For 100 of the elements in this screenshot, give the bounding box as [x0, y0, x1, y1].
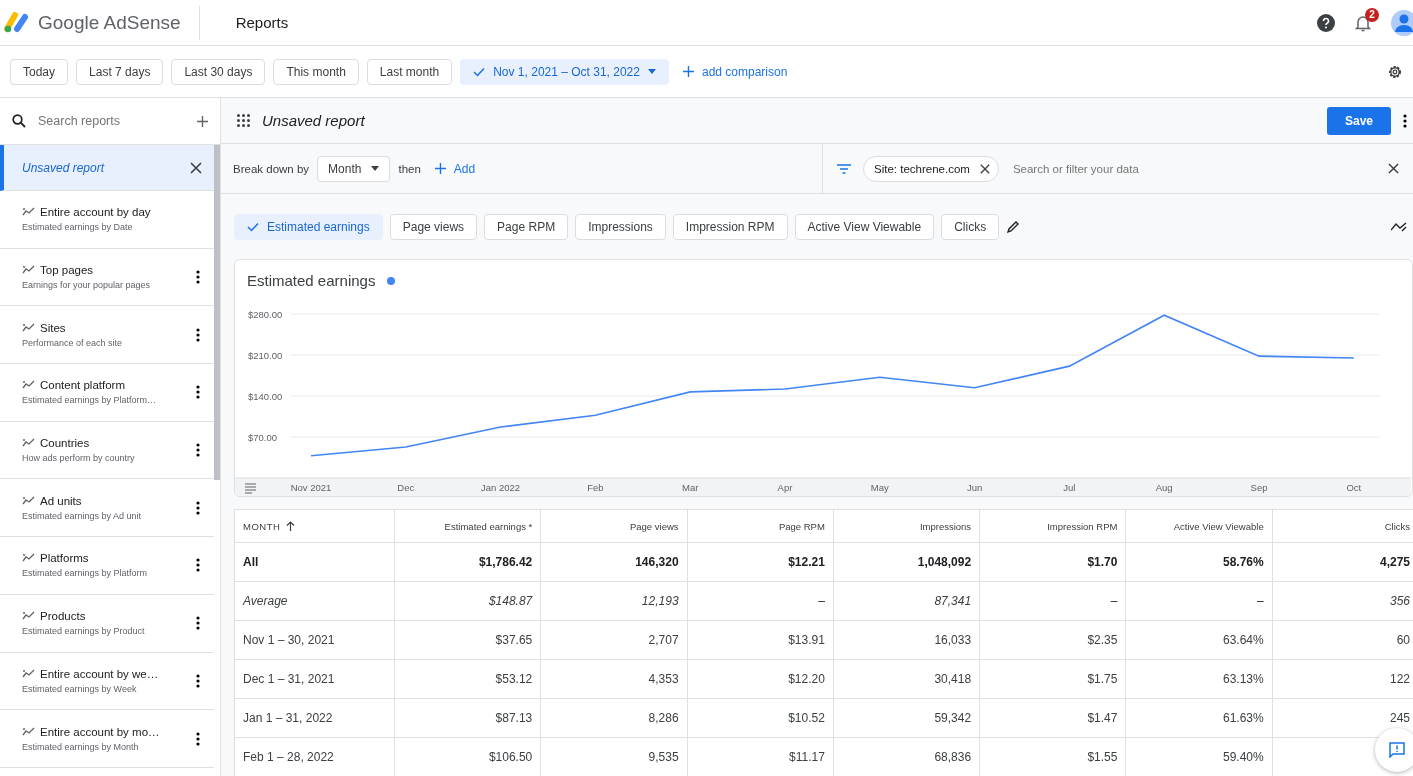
- filter-icon[interactable]: [837, 163, 851, 174]
- more-icon[interactable]: [196, 327, 200, 342]
- column-header[interactable]: Page views: [540, 509, 688, 543]
- table-cell: 1,048,092: [917, 555, 972, 569]
- trend-icon: [22, 495, 35, 506]
- report-title[interactable]: Top pages: [40, 264, 94, 277]
- more-icon[interactable]: [196, 500, 200, 515]
- page-title: Reports: [235, 14, 289, 31]
- metric-chip[interactable]: Page views: [389, 213, 478, 240]
- add-button[interactable]: Add: [428, 161, 482, 176]
- sidebar-item[interactable]: Unsaved report: [0, 145, 214, 191]
- table-cell: –: [1257, 594, 1264, 608]
- settings-icon[interactable]: [1387, 63, 1403, 80]
- axis-label: Apr: [777, 482, 793, 493]
- date-chip[interactable]: Today: [10, 58, 69, 85]
- report-title[interactable]: Entire account by we…: [40, 667, 159, 680]
- trend-icon: [22, 438, 35, 449]
- more-icon[interactable]: [196, 731, 200, 746]
- column-header[interactable]: Active View Viewable: [1125, 509, 1273, 543]
- plus-icon: [682, 66, 694, 77]
- table-cell: 30,418: [934, 672, 972, 686]
- metric-chip[interactable]: Impression RPM: [672, 213, 788, 240]
- more-icon[interactable]: [1403, 113, 1407, 128]
- check-icon: [473, 66, 486, 77]
- report-subtitle: Estimated earnings by Ad unit: [22, 510, 143, 521]
- trend-icon: [22, 553, 35, 564]
- table-cell: –: [1110, 594, 1118, 608]
- apps-icon[interactable]: [237, 114, 250, 127]
- table-cell: 8,286: [648, 711, 679, 725]
- save-button[interactable]: Save: [1327, 106, 1391, 135]
- report-title[interactable]: Sites: [40, 321, 66, 334]
- more-icon[interactable]: [196, 673, 200, 688]
- plus-icon: [434, 163, 446, 174]
- scrollbar[interactable]: [214, 145, 220, 480]
- column-header[interactable]: Clicks: [1272, 509, 1413, 543]
- report-title[interactable]: Content platform: [40, 379, 125, 392]
- column-header[interactable]: Page RPM: [687, 509, 834, 543]
- axis-label: Jul: [1063, 482, 1076, 493]
- axis-label: Jun: [966, 482, 983, 493]
- remove-icon[interactable]: [979, 163, 990, 174]
- table-cell: 63.64%: [1223, 633, 1264, 647]
- avatar[interactable]: [1391, 9, 1413, 36]
- more-icon[interactable]: [196, 443, 200, 458]
- add-comparison-link[interactable]: add comparison: [676, 64, 794, 79]
- table-cell: All: [243, 555, 259, 569]
- date-chip[interactable]: Last month: [366, 58, 453, 85]
- date-chip[interactable]: This month: [273, 58, 359, 85]
- table-cell: $87.13: [495, 711, 533, 725]
- chart-title: Estimated earnings: [247, 272, 376, 289]
- column-header[interactable]: Impression RPM: [979, 509, 1126, 543]
- table-cell: 245: [1389, 711, 1410, 725]
- metric-chip[interactable]: Estimated earnings: [234, 213, 383, 240]
- report-subtitle: Estimated earnings by Month: [22, 741, 140, 752]
- help-icon[interactable]: [1317, 13, 1335, 32]
- column-header[interactable]: Estimated earnings *: [394, 509, 541, 543]
- date-chip[interactable]: Last 30 days: [171, 58, 266, 85]
- more-icon[interactable]: [196, 558, 200, 573]
- table-cell: $1.75: [1087, 672, 1118, 686]
- report-title[interactable]: Ad units: [40, 494, 82, 507]
- table-cell: Feb 1 – 28, 2022: [243, 750, 334, 764]
- metric-chip[interactable]: Active View Viewable: [794, 213, 935, 240]
- metric-chip[interactable]: Impressions: [575, 213, 666, 240]
- search-field[interactable]: Search reports: [36, 113, 187, 129]
- date-chip[interactable]: Last 7 days: [76, 58, 164, 85]
- report-subtitle: Estimated earnings by Date: [22, 222, 134, 233]
- axis-label: Dec: [397, 482, 415, 493]
- bell-icon[interactable]: [1355, 13, 1371, 32]
- table-cell: 9,535: [648, 750, 679, 764]
- report-title[interactable]: Entire account by day: [40, 206, 151, 219]
- axis-label: Aug: [1155, 482, 1173, 493]
- date-range-button[interactable]: Nov 1, 2021 – Oct 31, 2022: [460, 58, 669, 85]
- pencil-icon[interactable]: [1006, 219, 1021, 234]
- trend-icon[interactable]: [1391, 221, 1407, 232]
- table-cell: $1.70: [1087, 555, 1118, 569]
- metric-chip[interactable]: Page RPM: [484, 213, 569, 240]
- report-title[interactable]: Platforms: [40, 552, 89, 565]
- report-title[interactable]: Countries: [40, 437, 90, 450]
- report-title[interactable]: Products: [40, 610, 86, 623]
- column-header[interactable]: Impressions: [833, 509, 980, 543]
- more-icon[interactable]: [196, 270, 200, 285]
- filter-field[interactable]: Search or filter your data: [1010, 161, 1376, 176]
- axis-label: $280.00: [248, 308, 283, 320]
- table-cell: $12.20: [788, 672, 825, 686]
- report-subtitle: How ads perform by country: [22, 453, 136, 464]
- filter-chip[interactable]: Site: techrene.com: [863, 155, 999, 182]
- breakdown-dropdown[interactable]: Month: [317, 155, 391, 182]
- trend-icon: [22, 726, 35, 737]
- report-subtitle: Estimated earnings by Platform: [22, 568, 149, 579]
- table-cell: $37.65: [495, 633, 533, 647]
- report-title[interactable]: Entire account by mo…: [40, 725, 160, 738]
- more-icon[interactable]: [196, 616, 200, 631]
- logo-icon: [4, 11, 30, 34]
- axis-label: Nov 2021: [290, 482, 332, 493]
- close-icon[interactable]: [190, 161, 202, 174]
- table-cell: 61.63%: [1223, 711, 1264, 725]
- more-icon[interactable]: [196, 385, 200, 400]
- column-header[interactable]: MONTH: [234, 509, 395, 543]
- close-icon[interactable]: [1388, 163, 1399, 174]
- metric-chip[interactable]: Clicks: [941, 213, 1000, 240]
- table-cell: 4,353: [648, 672, 679, 686]
